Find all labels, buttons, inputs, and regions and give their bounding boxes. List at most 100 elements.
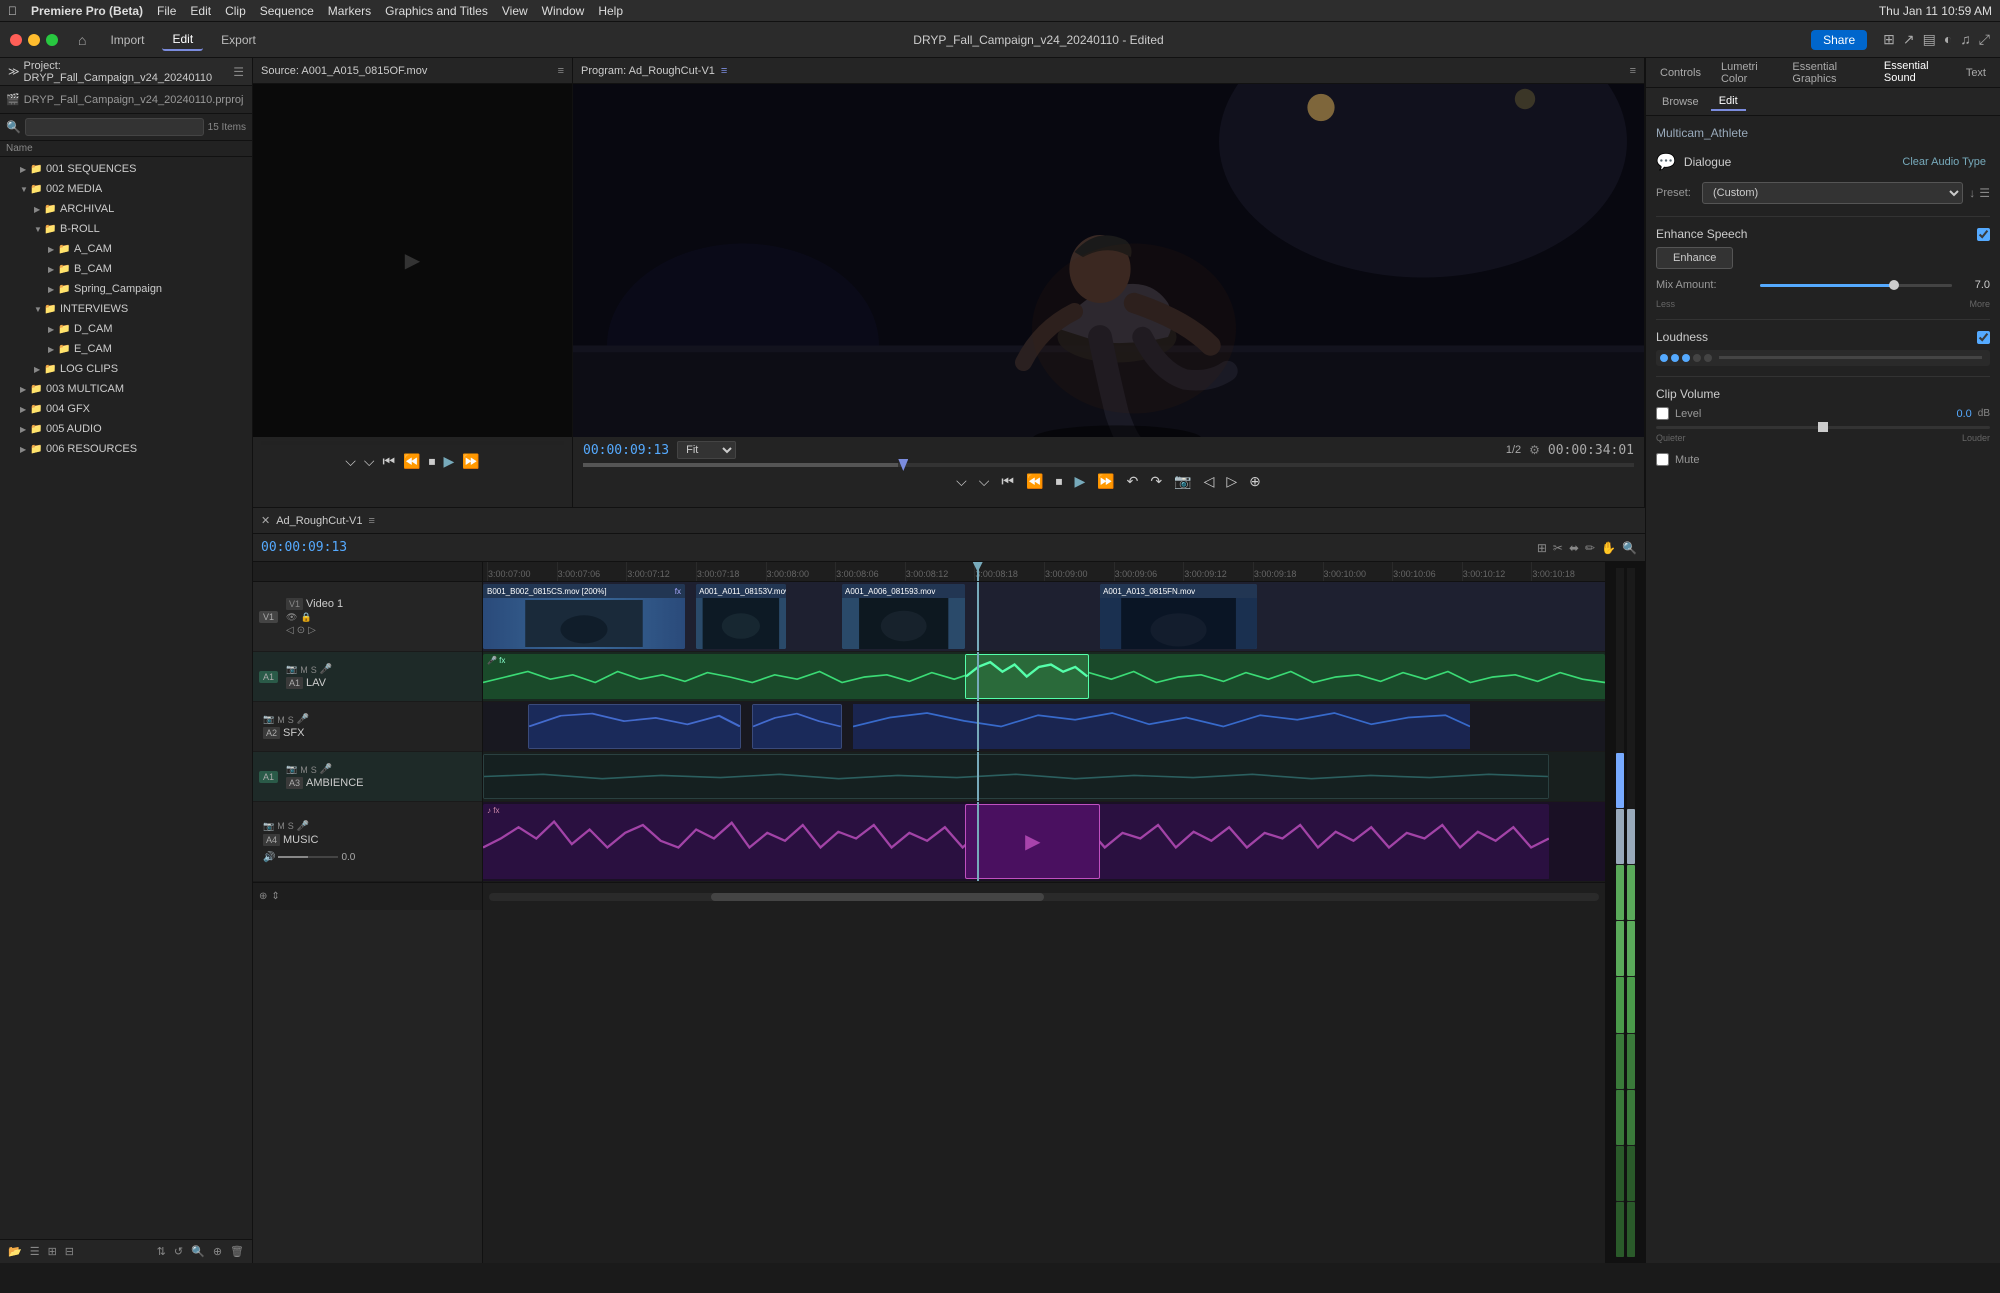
tab-controls[interactable]: Controls: [1650, 63, 1711, 83]
menu-edit[interactable]: Edit: [190, 4, 211, 18]
mark-out-button[interactable]: ⌵: [364, 453, 375, 470]
v1-eye-icon[interactable]: 👁: [286, 612, 297, 623]
find-icon[interactable]: 🔍: [189, 1243, 207, 1260]
v1-next-icon[interactable]: ▷: [308, 625, 316, 636]
layout-icon[interactable]: ⊞: [1883, 31, 1895, 48]
audio-icon[interactable]: ♫: [1960, 31, 1971, 48]
export-icon[interactable]: ↗: [1903, 31, 1915, 48]
program-monitor-menu[interactable]: ≡: [1630, 65, 1636, 77]
playback-bar[interactable]: [583, 463, 1634, 467]
stop-button[interactable]: ⏹: [1055, 473, 1062, 490]
sfx-clip-1[interactable]: [528, 704, 741, 749]
tree-item-archival[interactable]: ▶ 📁 ARCHIVAL: [0, 199, 252, 219]
enhance-button[interactable]: Enhance: [1656, 247, 1733, 269]
ripple-edit-icon[interactable]: ⊞: [1537, 541, 1547, 555]
music-selected-clip[interactable]: ▶: [965, 804, 1100, 879]
preset-options-icon[interactable]: ☰: [1979, 186, 1990, 200]
overwrite-button[interactable]: ↷: [1150, 473, 1162, 490]
list-view-icon[interactable]: ☰: [28, 1243, 42, 1260]
timeline-close[interactable]: ✕: [261, 514, 270, 527]
video-clip-a001-a011[interactable]: A001_A011_08153V.mov: [696, 584, 786, 649]
share-button[interactable]: Share: [1811, 30, 1867, 50]
tree-item-006-resources[interactable]: ▶ 📁 006 RESOURCES: [0, 439, 252, 459]
timeline-scrollbar[interactable]: [489, 893, 1599, 901]
export-frame-button[interactable]: 📷: [1174, 473, 1191, 490]
source-monitor-menu[interactable]: ≡: [558, 65, 564, 77]
tree-item-001-sequences[interactable]: ▶ 📁 001 SEQUENCES: [0, 159, 252, 179]
ambience-clip[interactable]: [483, 754, 1549, 799]
tab-browse[interactable]: Browse: [1654, 94, 1707, 110]
add-button[interactable]: ⊕: [1249, 473, 1261, 490]
panels-icon[interactable]: ▤: [1923, 31, 1936, 48]
automate-icon[interactable]: ↺: [172, 1243, 185, 1260]
slip-icon[interactable]: ⬌: [1569, 541, 1579, 555]
tree-item-interviews[interactable]: ▼ 📁 INTERVIEWS: [0, 299, 252, 319]
export-button[interactable]: Export: [211, 30, 266, 50]
insert-button[interactable]: ↶: [1127, 473, 1139, 490]
apple-menu[interactable]: : [8, 4, 17, 18]
tab-essential-sound[interactable]: Essential Sound: [1874, 56, 1956, 90]
preset-save-icon[interactable]: ↓: [1969, 186, 1975, 200]
loudness-checkbox[interactable]: [1977, 331, 1990, 344]
trim-next-button[interactable]: ▷: [1226, 473, 1237, 490]
sfx-clip-2[interactable]: [752, 704, 842, 749]
stop-button[interactable]: ⏹: [429, 453, 436, 470]
import-button[interactable]: Import: [100, 30, 154, 50]
tab-lumetri[interactable]: Lumetri Color: [1711, 57, 1782, 89]
search-input[interactable]: [25, 118, 204, 136]
a1-solo-icon[interactable]: S: [311, 665, 317, 675]
mark-in-button[interactable]: ⌵: [956, 473, 967, 490]
tree-item-logclips[interactable]: ▶ 📁 LOG CLIPS: [0, 359, 252, 379]
hand-tool-icon[interactable]: ✋: [1601, 541, 1616, 555]
a4-volume-slider[interactable]: [278, 856, 338, 858]
menu-window[interactable]: Window: [542, 4, 585, 18]
level-checkbox[interactable]: [1656, 407, 1669, 420]
fit-select[interactable]: Fit 25% 50% 75% 100%: [677, 441, 736, 459]
go-out-button[interactable]: ⏩: [462, 453, 479, 470]
v1-sync-icon[interactable]: ⊙: [297, 625, 305, 636]
tree-item-broll[interactable]: ▼ 📁 B-ROLL: [0, 219, 252, 239]
clear-audio-type-button[interactable]: Clear Audio Type: [1898, 154, 1990, 170]
level-slider-thumb[interactable]: [1818, 422, 1828, 432]
trim-prev-button[interactable]: ◁: [1204, 473, 1215, 490]
menu-view[interactable]: View: [502, 4, 528, 18]
project-panel-expand[interactable]: ≫: [8, 65, 20, 78]
settings-icon[interactable]: ⚙: [1529, 443, 1540, 457]
menu-graphics[interactable]: Graphics and Titles: [385, 4, 488, 18]
tree-item-acam[interactable]: ▶ 📁 A_CAM: [0, 239, 252, 259]
a4-volume-icon[interactable]: 🔊: [263, 852, 275, 863]
sort-icon[interactable]: ⇅: [155, 1243, 168, 1260]
a3-active-label[interactable]: A1: [259, 771, 278, 783]
a2-solo-icon[interactable]: S: [288, 715, 294, 725]
go-in-button[interactable]: ⏮: [382, 453, 395, 470]
new-bin-icon[interactable]: 📂: [6, 1243, 24, 1260]
home-icon[interactable]: ⌂: [78, 32, 86, 48]
menu-markers[interactable]: Markers: [328, 4, 371, 18]
mark-out-button[interactable]: ⌵: [979, 473, 990, 490]
tree-item-spring[interactable]: ▶ 📁 Spring_Campaign: [0, 279, 252, 299]
go-prev-edit[interactable]: ⏮: [1001, 473, 1014, 490]
level-slider[interactable]: [1656, 426, 1990, 429]
icon-view-icon[interactable]: ⊞: [46, 1243, 59, 1260]
menu-sequence[interactable]: Sequence: [260, 4, 314, 18]
tree-item-004-gfx[interactable]: ▶ 📁 004 GFX: [0, 399, 252, 419]
menu-file[interactable]: File: [157, 4, 176, 18]
mix-amount-slider[interactable]: [1760, 284, 1952, 287]
tree-item-005-audio[interactable]: ▶ 📁 005 AUDIO: [0, 419, 252, 439]
delete-icon[interactable]: 🗑: [228, 1243, 246, 1260]
tab-essential-graphics[interactable]: Essential Graphics: [1782, 57, 1873, 89]
tree-item-003-multicam[interactable]: ▶ 📁 003 MULTICAM: [0, 379, 252, 399]
tree-item-002-media[interactable]: ▼ 📁 002 MEDIA: [0, 179, 252, 199]
mark-in-button[interactable]: ⌵: [345, 453, 356, 470]
play-button[interactable]: ▶: [1074, 473, 1085, 490]
maximize-icon[interactable]: ⤢: [1979, 31, 1990, 48]
project-panel-menu[interactable]: ☰: [233, 65, 244, 79]
step-back-button[interactable]: ⏪: [1026, 473, 1043, 490]
slider-thumb[interactable]: [1889, 280, 1899, 290]
edit-button[interactable]: Edit: [162, 29, 203, 51]
pen-tool-icon[interactable]: ✏: [1585, 541, 1595, 555]
video-clip-a001-a013[interactable]: A001_A013_0815FN.mov: [1100, 584, 1257, 649]
sfx-clip-3[interactable]: [853, 704, 1470, 749]
video-clip-b001[interactable]: B001_B002_0815CS.mov [200%] fx: [483, 584, 685, 649]
zoom-tool-icon[interactable]: 🔍: [1622, 541, 1637, 555]
